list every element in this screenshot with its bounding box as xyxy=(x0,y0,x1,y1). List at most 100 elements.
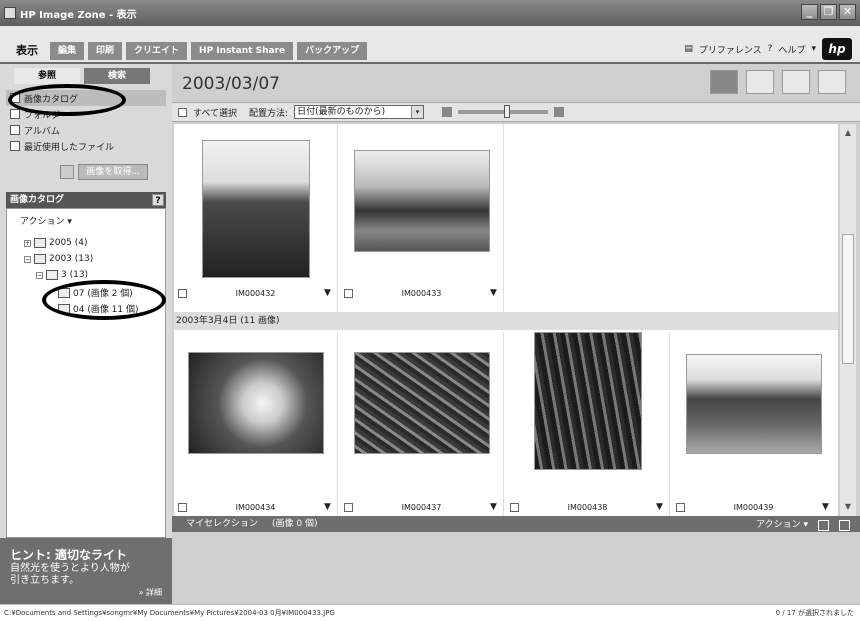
album-icon xyxy=(10,125,20,135)
tree-node-march[interactable]: − 3 (13) xyxy=(36,270,88,280)
photo-thumbnail[interactable] xyxy=(354,150,490,252)
tab-browse[interactable]: 参照 xyxy=(14,68,80,84)
thumbnail-cell[interactable]: IM000437 ▼ xyxy=(340,332,504,516)
thumbnail-checkbox[interactable] xyxy=(510,502,519,512)
hint-panel: ヒント: 適切なライト 自然光を使うとより人物が 引き立ちます。 » 詳細 xyxy=(0,538,172,604)
thumbnail-checkbox[interactable] xyxy=(178,288,187,298)
thumbnail-cell[interactable]: IM000439 ▼ xyxy=(672,332,836,516)
slider-handle[interactable] xyxy=(504,105,511,118)
thumbnail-caption: IM000433 ▼ xyxy=(340,286,504,300)
image-name: IM000439 xyxy=(733,502,774,512)
tree-node-2005[interactable]: + 2005 (4) xyxy=(24,238,88,248)
thumbnail-checkbox[interactable] xyxy=(178,502,187,512)
catalog-icon xyxy=(10,93,20,103)
tree-node-label: 2003 (13) xyxy=(49,254,94,264)
my-selection-label: マイセレクション xyxy=(186,519,259,529)
tree-node-day-07[interactable]: 07 (画像 2 個) xyxy=(58,286,133,299)
thumbnail-cell[interactable]: IM000438 ▼ xyxy=(506,332,670,516)
photo-thumbnail[interactable] xyxy=(188,352,324,454)
sidebar-item-recent-files[interactable]: 最近使用したファイル xyxy=(6,138,166,154)
single-view-icon[interactable] xyxy=(746,70,774,94)
tab-edit[interactable]: 編集 xyxy=(50,42,85,60)
photo-thumbnail[interactable] xyxy=(686,354,822,454)
thumbnail-cell[interactable]: IM000433 ▼ xyxy=(340,124,504,312)
select-all-checkbox[interactable] xyxy=(178,107,187,117)
photo-thumbnail[interactable] xyxy=(202,140,310,278)
tab-print[interactable]: 印刷 xyxy=(88,42,123,60)
tab-create[interactable]: クリエイト xyxy=(126,42,188,60)
catalog-action-menu[interactable]: アクション ▾ xyxy=(20,214,72,227)
my-selection-action-menu[interactable]: アクション ▾ xyxy=(756,517,808,533)
sidebar-item-label: 画像カタログ xyxy=(24,94,79,105)
thumbnail-caption: IM000438 ▼ xyxy=(506,500,670,514)
sidebar-item-image-catalog[interactable]: 画像カタログ xyxy=(6,90,166,106)
scroll-down-icon[interactable]: ▼ xyxy=(842,502,854,514)
tab-instant-share[interactable]: HP Instant Share xyxy=(191,42,294,60)
collapse-icon[interactable]: − xyxy=(36,271,43,279)
thumbnail-menu-icon[interactable]: ▼ xyxy=(324,502,334,512)
scrollbar-thumb[interactable] xyxy=(842,234,854,364)
help-icon[interactable]: ? xyxy=(768,44,773,54)
get-images-area: 画像を取得... xyxy=(60,164,148,180)
help-dropdown-icon[interactable]: ▾ xyxy=(811,44,816,54)
hint-more-link[interactable]: » 詳細 xyxy=(139,587,162,598)
thumbnail-cell[interactable]: IM000432 ▼ xyxy=(174,124,338,312)
status-selection-count: 0 / 17 が選択されました xyxy=(775,609,854,617)
folder-icon xyxy=(10,109,20,119)
tree-node-label: 2005 (4) xyxy=(49,238,88,248)
tab-view[interactable]: 表示 xyxy=(8,42,46,60)
tree-node-2003[interactable]: − 2003 (13) xyxy=(24,254,93,264)
window-controls: _ ❐ ✕ xyxy=(801,4,856,20)
chevron-down-icon: ▾ xyxy=(411,106,424,118)
photo-thumbnail[interactable] xyxy=(534,332,642,470)
help-icon[interactable] xyxy=(818,519,829,531)
thumbnail-menu-icon[interactable]: ▼ xyxy=(490,502,500,512)
thumbnail-checkbox[interactable] xyxy=(676,502,685,512)
help-area: ▤ プリファレンス ? ヘルプ ▾ hp xyxy=(684,38,852,60)
my-selection-controls: アクション ▾ xyxy=(756,517,850,533)
thumbnail-checkbox[interactable] xyxy=(344,288,353,298)
sidebar-item-folder[interactable]: フォルダ xyxy=(6,106,166,122)
sort-select[interactable]: 日付(最新のものから) ▾ xyxy=(294,105,425,119)
collapse-icon[interactable]: − xyxy=(24,255,31,263)
slideshow-view-icon[interactable] xyxy=(818,70,846,94)
calendar-icon xyxy=(58,303,70,314)
thumbnail-cell[interactable]: IM000434 ▼ xyxy=(174,332,338,516)
restore-button[interactable]: ❐ xyxy=(820,4,837,20)
preferences-icon[interactable]: ▤ xyxy=(684,44,693,54)
my-selection-count: (画像 0 個) xyxy=(272,519,318,529)
thumbnail-menu-icon[interactable]: ▼ xyxy=(324,288,334,298)
expand-icon[interactable]: + xyxy=(24,239,31,247)
photo-thumbnail[interactable] xyxy=(354,352,490,454)
camera-icon[interactable] xyxy=(60,165,74,179)
thumbnail-checkbox[interactable] xyxy=(344,502,353,512)
small-thumbnail-icon[interactable] xyxy=(442,107,453,117)
minimize-button[interactable]: _ xyxy=(801,4,818,20)
thumbnail-menu-icon[interactable]: ▼ xyxy=(656,502,666,512)
image-name: IM000437 xyxy=(401,502,442,512)
catalog-header-label: 画像カタログ xyxy=(10,195,65,205)
fullscreen-view-icon[interactable] xyxy=(782,70,810,94)
sidebar-item-album[interactable]: アルバム xyxy=(6,122,166,138)
catalog-help-icon[interactable]: ? xyxy=(152,194,164,206)
large-thumbnail-icon[interactable] xyxy=(554,107,565,117)
image-name: IM000434 xyxy=(235,502,276,512)
close-button[interactable]: ✕ xyxy=(839,4,856,20)
sidebar-nav: 画像カタログ フォルダ アルバム 最近使用したファイル xyxy=(6,90,166,154)
scroll-up-icon[interactable]: ▲ xyxy=(842,128,854,140)
tree-node-day-04[interactable]: 04 (画像 11 個) xyxy=(58,302,139,315)
get-images-button[interactable]: 画像を取得... xyxy=(78,164,148,180)
tab-backup[interactable]: バックアップ xyxy=(297,42,368,60)
vertical-scrollbar[interactable]: ▲ ▼ xyxy=(840,124,856,516)
thumbnail-size-slider[interactable] xyxy=(458,105,549,118)
help-link[interactable]: ヘルプ xyxy=(778,43,805,56)
tree-node-label: 07 (画像 2 個) xyxy=(73,289,133,299)
thumbnail-menu-icon[interactable]: ▼ xyxy=(490,288,500,298)
thumbnail-caption: IM000439 ▼ xyxy=(672,500,836,514)
thumbnail-menu-icon[interactable]: ▼ xyxy=(822,502,832,512)
expand-panel-icon[interactable] xyxy=(839,519,850,531)
preferences-link[interactable]: プリファレンス xyxy=(699,43,762,56)
tab-search[interactable]: 検索 xyxy=(84,68,150,84)
recent-files-icon xyxy=(10,141,20,151)
thumbnail-view-icon[interactable] xyxy=(710,70,738,94)
